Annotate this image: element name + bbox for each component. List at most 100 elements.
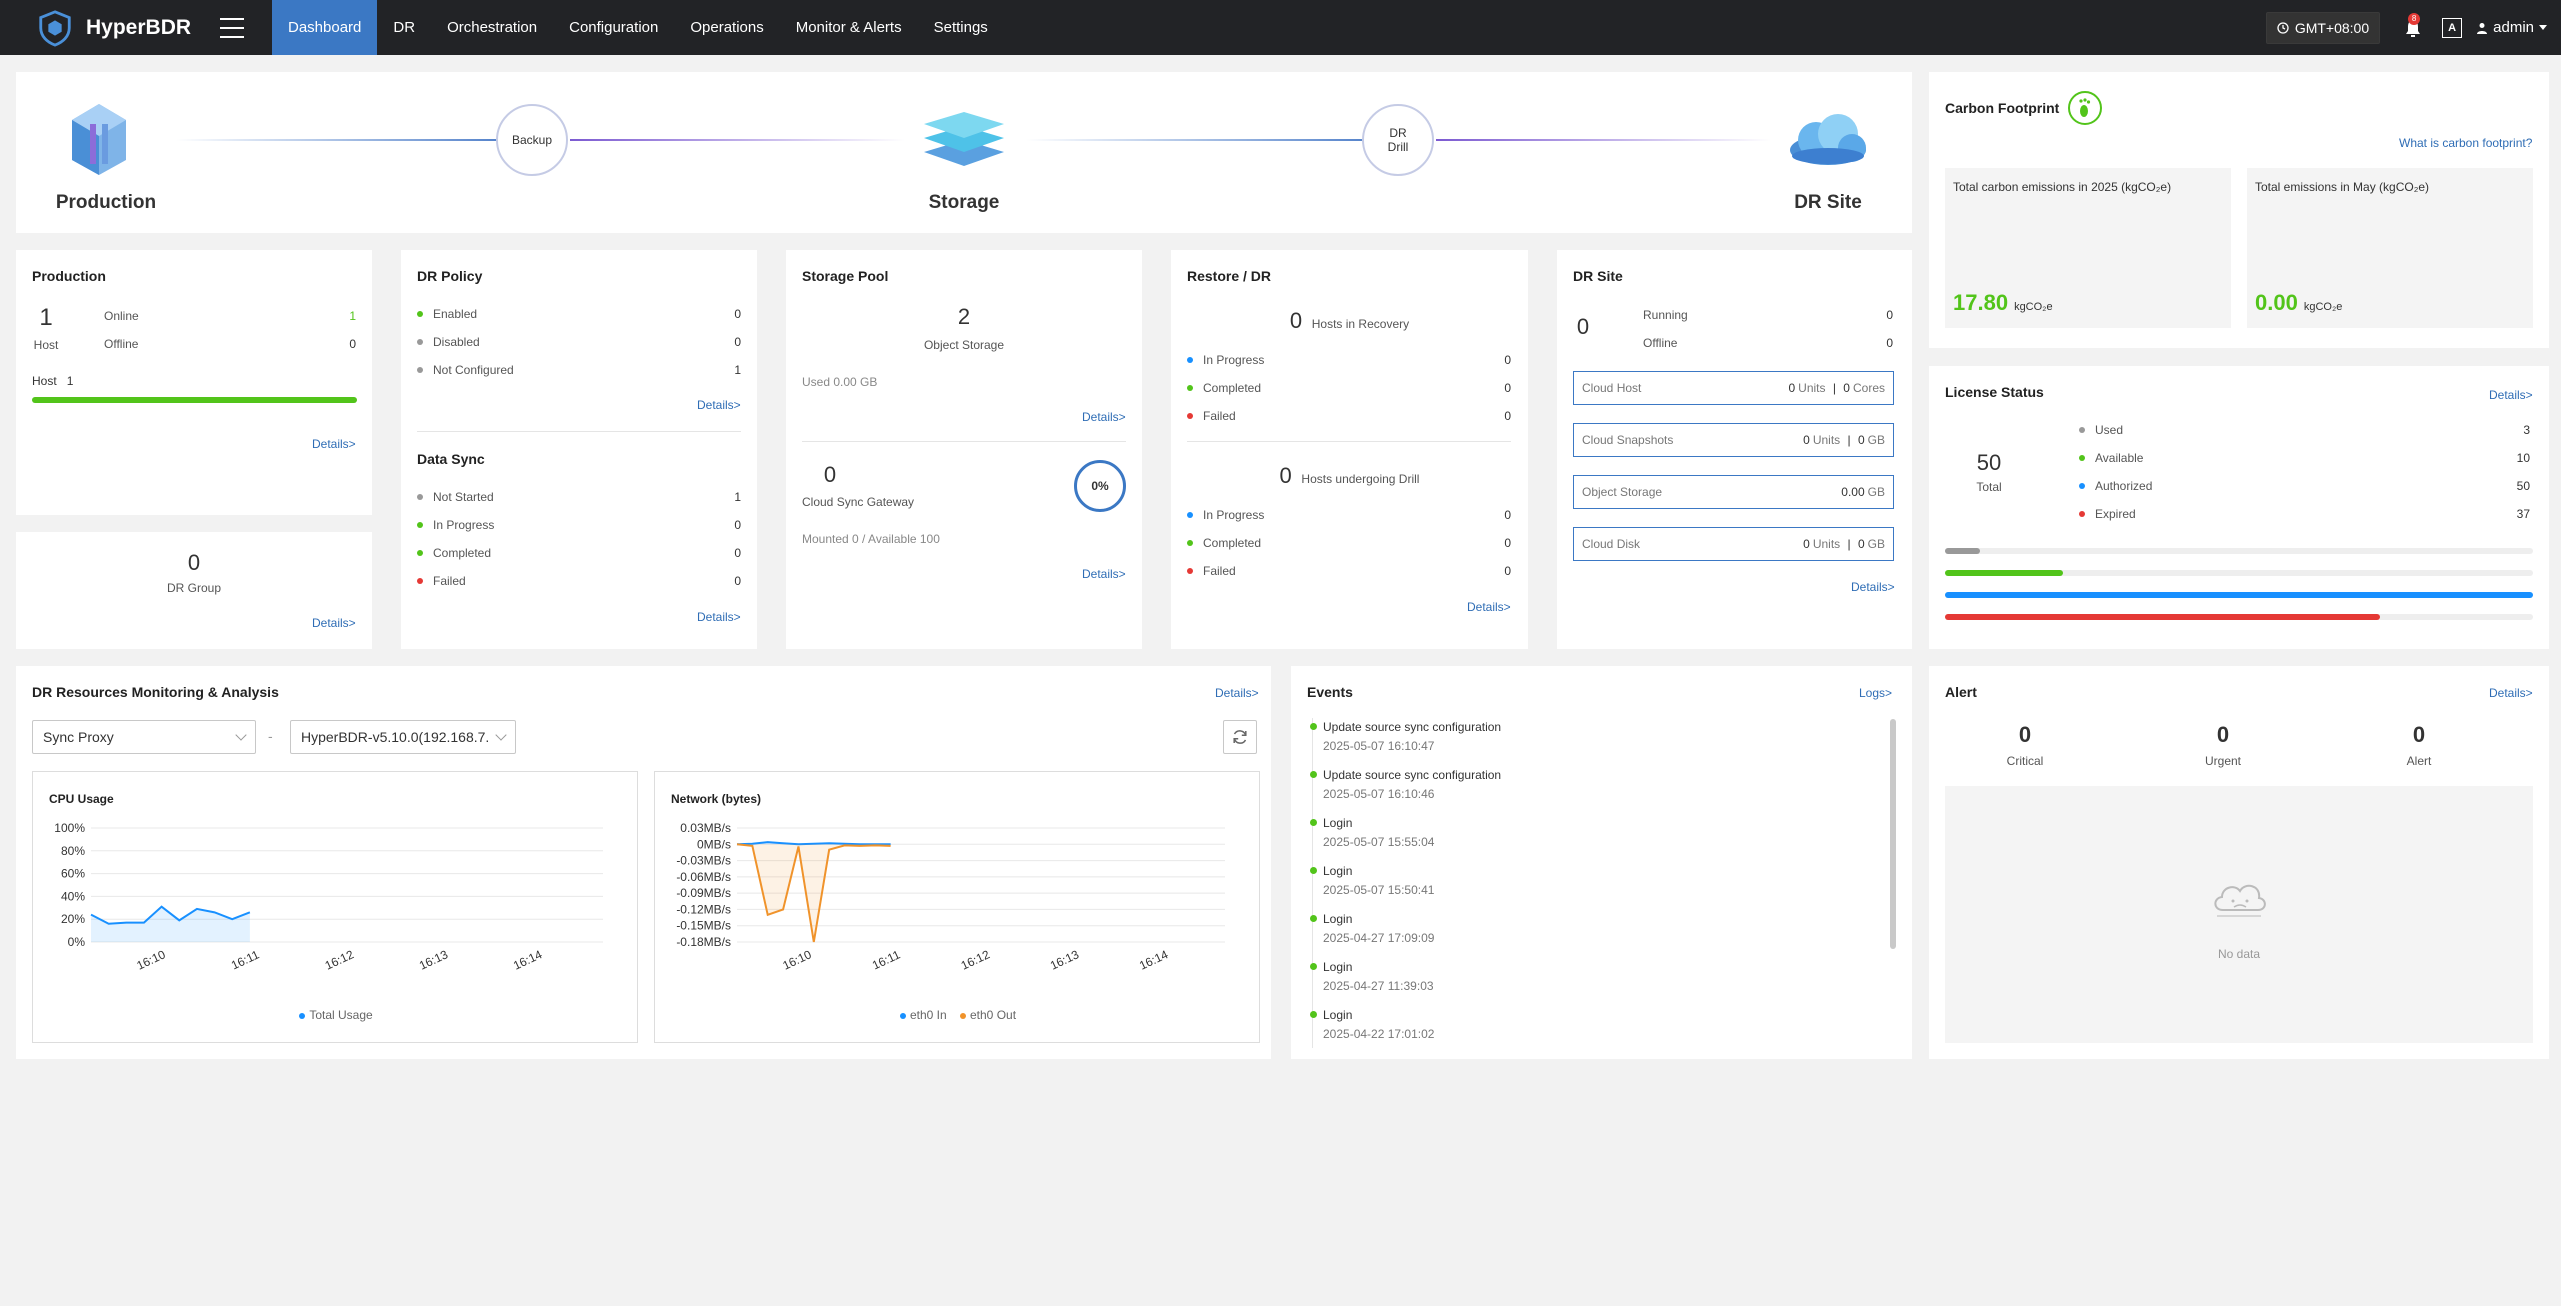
monitoring-title: DR Resources Monitoring & Analysis <box>32 684 279 700</box>
data-sync-row: Completed <box>417 546 491 560</box>
storage-pool-details-link[interactable]: Details> <box>1082 410 1126 424</box>
dr-site-count: 0 <box>1576 314 1590 339</box>
event-dot-icon <box>1310 867 1317 874</box>
recovery-value: 0 <box>1504 409 1511 423</box>
data-sync-value: 0 <box>734 574 741 588</box>
net-ytick: -0.15MB/s <box>676 919 731 933</box>
nav-orchestration[interactable]: Orchestration <box>431 0 553 55</box>
license-title: License Status <box>1945 384 2044 400</box>
license-bar-authorized <box>1945 592 2533 598</box>
event-item[interactable]: Login 2025-04-27 11:39:03 <box>1310 960 1434 993</box>
event-dot-icon <box>1310 819 1317 826</box>
carbon-info-link[interactable]: What is carbon footprint? <box>2399 136 2532 150</box>
status-dot-icon <box>1187 512 1193 518</box>
events-scrollbar[interactable] <box>1890 719 1896 949</box>
recovery-label: In Progress <box>1203 353 1265 367</box>
dr-site-resource-u1: Units <box>1798 381 1826 395</box>
dr-group-details-link[interactable]: Details> <box>312 616 356 630</box>
dr-site-running-label: Running <box>1643 308 1688 322</box>
dr-site-title: DR Site <box>1573 268 1623 284</box>
dr-policy-row: Not Configured <box>417 363 514 377</box>
status-dot-icon <box>417 367 423 373</box>
notification-button[interactable]: 8 <box>2402 12 2424 39</box>
license-label: Authorized <box>2095 479 2153 493</box>
license-value: 10 <box>2516 451 2530 465</box>
carbon-year-label: Total carbon emissions in 2025 (kgCO₂e) <box>1953 180 2172 194</box>
data-sync-details-link[interactable]: Details> <box>697 610 741 624</box>
drill-count: 0 <box>1279 463 1292 488</box>
dr-site-resource-values: 0 Units | 0 Cores <box>1788 381 1885 395</box>
dr-site-details-link[interactable]: Details> <box>1851 580 1895 594</box>
nav-settings[interactable]: Settings <box>918 0 1004 55</box>
recovery-value: 0 <box>1504 381 1511 395</box>
event-time: 2025-05-07 15:55:04 <box>1323 835 1435 849</box>
nav-configuration[interactable]: Configuration <box>553 0 674 55</box>
events-logs-link[interactable]: Logs> <box>1859 686 1892 700</box>
dr-policy-details-link[interactable]: Details> <box>697 398 741 412</box>
timezone-label: GMT+08:00 <box>2294 19 2370 36</box>
restore-details-link[interactable]: Details> <box>1467 600 1511 614</box>
nav-operations[interactable]: Operations <box>674 0 779 55</box>
user-menu[interactable]: admin <box>2476 19 2547 36</box>
status-dot-icon <box>1187 413 1193 419</box>
resource-host-select[interactable]: HyperBDR-v5.10.0(192.168.7. <box>290 720 516 754</box>
license-row: Available <box>2079 451 2143 465</box>
event-dot-icon <box>1310 1011 1317 1018</box>
resource-type-select[interactable]: Sync Proxy <box>32 720 256 754</box>
event-item[interactable]: Update source sync configuration 2025-05-… <box>1310 768 1501 801</box>
chevron-down-icon <box>235 729 247 741</box>
recovery-label: Completed <box>1203 381 1262 395</box>
brand[interactable]: HyperBDR <box>36 9 216 47</box>
license-bar-used <box>1945 548 1981 554</box>
production-icon <box>72 104 126 175</box>
status-dot-icon <box>417 311 423 317</box>
event-item[interactable]: Login 2025-04-27 17:09:09 <box>1310 912 1434 945</box>
gateway-mounted: Mounted 0 / Available 100 <box>802 532 940 546</box>
status-dot-icon <box>1187 568 1193 574</box>
flow-card: Production Backup Storage DR Drill DR Si… <box>16 72 1912 233</box>
dr-policy-value: 1 <box>734 363 741 377</box>
dr-group-count: 0 <box>187 550 201 575</box>
dr-drill-node: DR Drill <box>1362 104 1434 176</box>
event-item[interactable]: Login 2025-04-22 17:01:02 <box>1310 1008 1434 1041</box>
event-item[interactable]: Login 2025-05-07 15:55:04 <box>1310 816 1435 849</box>
alert-details-link[interactable]: Details> <box>2489 686 2533 700</box>
event-item[interactable]: Login 2025-05-07 15:50:41 <box>1310 864 1434 897</box>
dr-policy-label: Disabled <box>433 335 480 349</box>
dr-policy-label: Not Configured <box>433 363 514 377</box>
production-card: Production 1 Host Online 1 Offline 0 Hos… <box>16 250 372 515</box>
net-xtick: 16:12 <box>959 947 992 973</box>
dr-site-offline-label: Offline <box>1643 336 1678 350</box>
status-dot-icon <box>417 339 423 345</box>
monitoring-details-link[interactable]: Details> <box>1215 686 1259 700</box>
brand-name: HyperBDR <box>86 15 192 39</box>
nav-dr[interactable]: DR <box>377 0 431 55</box>
dr-site-resource-v2: 0 <box>1843 381 1850 395</box>
recovery-row: Completed <box>1187 381 1261 395</box>
license-total: 50 <box>1976 450 2002 475</box>
data-sync-row: In Progress <box>417 518 494 532</box>
production-details-link[interactable]: Details> <box>312 437 356 451</box>
license-total-label: Total <box>1976 480 2002 494</box>
refresh-button[interactable] <box>1223 720 1257 754</box>
cpu-ytick: 40% <box>61 889 85 903</box>
gateway-label: Cloud Sync Gateway <box>802 495 915 509</box>
network-legend-out-swatch <box>960 1013 966 1019</box>
event-dot-icon <box>1310 723 1317 730</box>
resource-type-value: Sync Proxy <box>43 729 114 745</box>
network-chart-title: Network (bytes) <box>671 792 762 806</box>
language-icon[interactable]: A <box>2442 17 2463 38</box>
nav-dashboard[interactable]: Dashboard <box>272 0 378 55</box>
recovery-summary: 0 Hosts in Recovery <box>1171 308 1528 334</box>
dr-site-resource-u2: GB <box>1867 485 1885 499</box>
nav-monitor-alerts[interactable]: Monitor & Alerts <box>780 0 918 55</box>
event-item[interactable]: Update source sync configuration 2025-05-… <box>1310 720 1501 753</box>
dr-site-resource-v2: 0 <box>1857 433 1865 447</box>
gateway-details-link[interactable]: Details> <box>1082 567 1126 581</box>
dr-group-card: 0 DR Group Details> <box>16 532 372 649</box>
dr-site-resource-v2: 0 <box>1857 537 1865 551</box>
license-details-link[interactable]: Details> <box>2489 388 2533 402</box>
menu-toggle-icon[interactable] <box>220 17 244 38</box>
timezone-button[interactable]: GMT+08:00 <box>2265 11 2381 44</box>
cpu-xtick: 16:13 <box>417 947 450 973</box>
